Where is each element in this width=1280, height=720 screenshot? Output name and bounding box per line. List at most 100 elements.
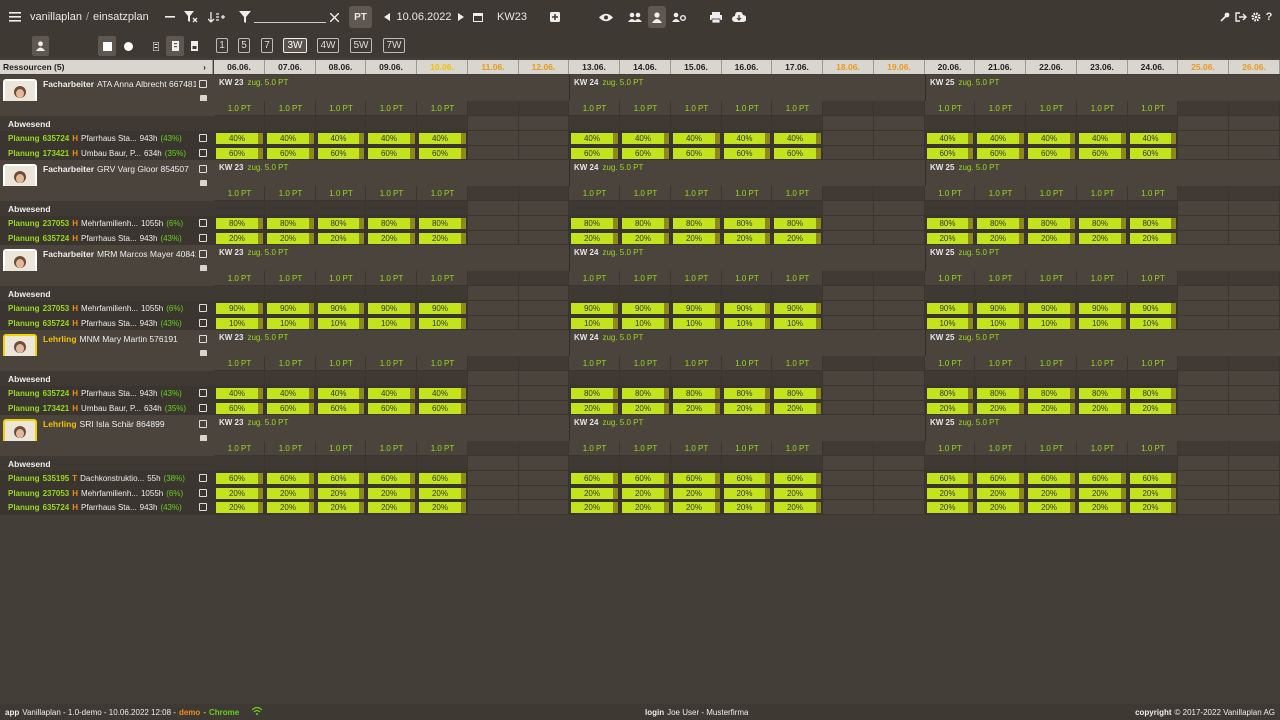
day-pt-cell[interactable] [874,101,925,116]
plan-cell[interactable] [1178,386,1229,401]
absent-cell[interactable] [214,201,265,216]
allocation-chip[interactable]: 60% [927,147,973,159]
absent-cell[interactable] [772,456,823,471]
edit-icon[interactable] [199,250,207,258]
allocation-chip[interactable]: 90% [977,303,1024,314]
allocation-chip[interactable]: 60% [673,473,720,484]
absent-cell[interactable] [1178,201,1229,216]
allocation-chip[interactable]: 80% [774,388,821,399]
allocation-chip[interactable]: 10% [927,317,973,329]
edit-plan-icon[interactable] [199,474,207,482]
day-pt-cell[interactable] [1229,441,1280,456]
plan-cell[interactable] [1229,386,1280,401]
allocation-chip[interactable]: 60% [673,147,720,159]
allocation-chip[interactable]: 20% [571,487,618,499]
absent-cell[interactable] [874,116,925,131]
plan-cell[interactable] [823,315,874,330]
allocation-chip[interactable]: 90% [622,303,669,314]
allocation-chip[interactable]: 40% [622,133,669,144]
allocation-chip[interactable]: 80% [1028,388,1075,399]
plan-label[interactable]: Planung 635724 H Pfarrhaus Sta... 943h (43%) [8,319,198,328]
allocation-chip[interactable]: 60% [216,147,263,159]
absent-cell[interactable] [519,371,569,386]
plan-cell[interactable] [874,471,925,486]
allocation-chip[interactable]: 90% [368,303,415,314]
allocation-chip[interactable]: 20% [318,502,364,513]
absent-cell[interactable] [468,201,519,216]
absent-cell[interactable] [519,286,569,301]
allocation-chip[interactable]: 20% [1079,487,1126,499]
allocation-chip[interactable]: 80% [673,218,720,229]
absent-cell[interactable] [1026,116,1077,131]
absent-cell[interactable] [265,116,316,131]
absent-cell[interactable] [722,456,772,471]
day-header[interactable]: 13.06. [569,60,620,74]
plan-cell[interactable] [1229,315,1280,330]
allocation-chip[interactable]: 20% [774,487,821,499]
absent-cell[interactable] [975,371,1026,386]
footer-copyright-text[interactable]: © 2017-2022 Vanillaplan AG [1175,708,1275,717]
day-pt-cell[interactable] [1178,186,1229,201]
absent-cell[interactable] [214,286,265,301]
plan-cell[interactable] [1229,145,1280,160]
allocation-chip[interactable]: 60% [1079,147,1126,159]
plan-label[interactable]: Planung 237053 H Mehrfamilienh... 1055h (6%) [8,489,198,498]
day-pt-cell[interactable] [519,356,569,371]
absent-cell[interactable] [925,371,975,386]
allocation-chip[interactable]: 80% [216,218,263,229]
allocation-chip[interactable]: 60% [724,473,770,484]
plan-cell[interactable] [874,145,925,160]
allocation-chip[interactable]: 20% [368,502,415,513]
allocation-chip[interactable]: 60% [267,473,314,484]
absent-cell[interactable] [823,456,874,471]
plan-cell[interactable] [874,301,925,316]
absent-cell[interactable] [772,201,823,216]
plan-cell[interactable] [519,145,569,160]
edit-icon[interactable] [199,335,207,343]
plan-cell[interactable] [823,131,874,146]
allocation-chip[interactable]: 40% [267,388,314,399]
allocation-chip[interactable]: 60% [368,147,415,159]
day-header[interactable]: 06.06. [214,60,265,74]
allocation-chip[interactable]: 80% [267,218,314,229]
absent-cell[interactable] [468,116,519,131]
allocation-chip[interactable]: 80% [977,388,1024,399]
allocation-chip[interactable]: 60% [571,473,618,484]
plan-cell[interactable] [519,315,569,330]
allocation-chip[interactable]: 60% [318,402,364,414]
zoom-option-5w[interactable]: 5W [350,38,372,53]
allocation-chip[interactable]: 10% [774,317,821,329]
large-view-icon[interactable] [188,39,200,53]
print-icon[interactable] [709,0,723,34]
plan-cell[interactable] [874,485,925,500]
plan-cell[interactable] [468,301,519,316]
day-header[interactable]: 22.06. [1026,60,1077,74]
previous-icon[interactable] [382,0,392,34]
absent-cell[interactable] [519,116,569,131]
allocation-chip[interactable]: 90% [318,303,364,314]
absent-cell[interactable] [1128,286,1178,301]
plan-cell[interactable] [519,500,569,515]
absent-cell[interactable] [366,456,417,471]
users-icon[interactable] [627,0,643,34]
absent-cell[interactable] [569,286,620,301]
absent-cell[interactable] [823,116,874,131]
allocation-chip[interactable]: 60% [1130,147,1176,159]
absent-cell[interactable] [1128,371,1178,386]
allocation-chip[interactable]: 10% [571,317,618,329]
plan-cell[interactable] [519,301,569,316]
allocation-chip[interactable]: 20% [774,402,821,414]
edit-plan-icon[interactable] [199,318,207,327]
app-title[interactable]: vanillaplan [30,11,82,23]
allocation-chip[interactable]: 20% [673,232,720,244]
single-user-button[interactable] [32,36,49,56]
help-icon[interactable]: ? [1264,0,1274,34]
absent-cell[interactable] [569,456,620,471]
plan-cell[interactable] [823,145,874,160]
allocation-chip[interactable]: 80% [673,388,720,399]
plan-cell[interactable] [519,230,569,245]
allocation-chip[interactable]: 20% [419,487,466,499]
allocation-chip[interactable]: 20% [216,232,263,244]
allocation-chip[interactable]: 20% [571,502,618,513]
allocation-chip[interactable]: 10% [1079,317,1126,329]
